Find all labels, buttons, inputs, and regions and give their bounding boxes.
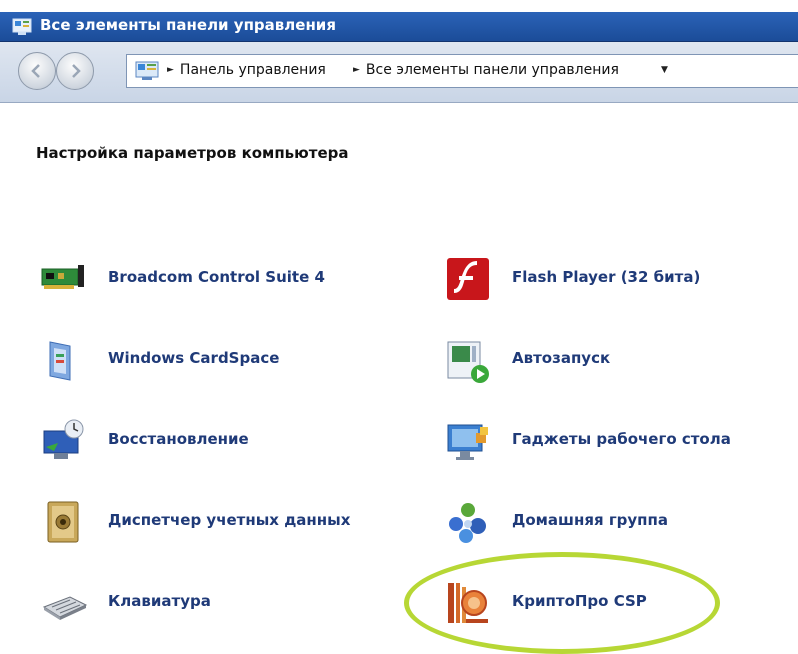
item-label: Восстановление	[108, 430, 249, 448]
item-credential-manager[interactable]: Диспетчер учетных данных	[40, 498, 400, 546]
item-label: Flash Player (32 бита)	[512, 268, 701, 286]
homegroup-icon	[449, 503, 486, 543]
item-label: Broadcom Control Suite 4	[108, 268, 325, 286]
navigation-bar: ► Панель управления ► Все элементы панел…	[0, 42, 798, 103]
title-bar: Все элементы панели управления	[0, 12, 798, 42]
forward-button[interactable]	[56, 52, 94, 90]
credential-manager-icon	[47, 501, 79, 543]
address-bar[interactable]: ► Панель управления ► Все элементы панел…	[126, 54, 798, 88]
item-label: Клавиатура	[108, 592, 211, 610]
arrow-left-icon	[31, 64, 40, 78]
item-keyboard[interactable]: Клавиатура	[40, 579, 340, 627]
item-flash-player[interactable]: Flash Player (32 бита)	[444, 255, 744, 303]
item-desktop-gadgets[interactable]: Гаджеты рабочего стола	[444, 417, 774, 465]
chevron-right-icon: ►	[353, 65, 360, 75]
flash-player-icon	[447, 258, 489, 300]
window-title: Все элементы панели управления	[40, 16, 336, 34]
keyboard-icon	[42, 596, 88, 620]
item-label: КриптоПро CSP	[512, 592, 647, 610]
breadcrumb-control-panel[interactable]: ► Панель управления	[167, 62, 326, 78]
item-homegroup[interactable]: Домашняя группа	[444, 498, 744, 546]
item-windows-cardspace[interactable]: Windows CardSpace	[40, 336, 360, 384]
breadcrumb-all-items[interactable]: ► Все элементы панели управления	[353, 62, 619, 78]
item-label: Гаджеты рабочего стола	[512, 430, 731, 448]
cardspace-icon	[49, 341, 71, 381]
item-broadcom-control-suite[interactable]: Broadcom Control Suite 4	[40, 255, 360, 303]
item-autoplay[interactable]: Автозапуск	[444, 336, 744, 384]
chevron-down-icon[interactable]: ▼	[661, 65, 668, 75]
chevron-right-icon: ►	[167, 65, 174, 75]
back-button[interactable]	[18, 52, 56, 90]
network-card-icon	[41, 265, 84, 289]
item-recovery[interactable]: Восстановление	[40, 417, 360, 465]
cryptopro-icon	[448, 583, 488, 623]
desktop-gadgets-icon	[447, 424, 488, 460]
item-label: Windows CardSpace	[108, 349, 280, 367]
breadcrumb-label: Панель управления	[179, 62, 326, 78]
item-label: Диспетчер учетных данных	[108, 511, 351, 529]
control-panel-icon	[12, 18, 32, 35]
item-label: Автозапуск	[512, 349, 611, 367]
control-panel-icon	[135, 61, 159, 80]
page-heading: Настройка параметров компьютера	[36, 144, 349, 162]
item-cryptopro-csp[interactable]: КриптоПро CSP	[444, 579, 704, 627]
item-label: Домашняя группа	[512, 511, 669, 529]
arrow-right-icon	[72, 64, 81, 78]
recovery-icon	[43, 419, 84, 459]
breadcrumb-label: Все элементы панели управления	[365, 62, 619, 78]
autoplay-icon	[447, 341, 489, 383]
